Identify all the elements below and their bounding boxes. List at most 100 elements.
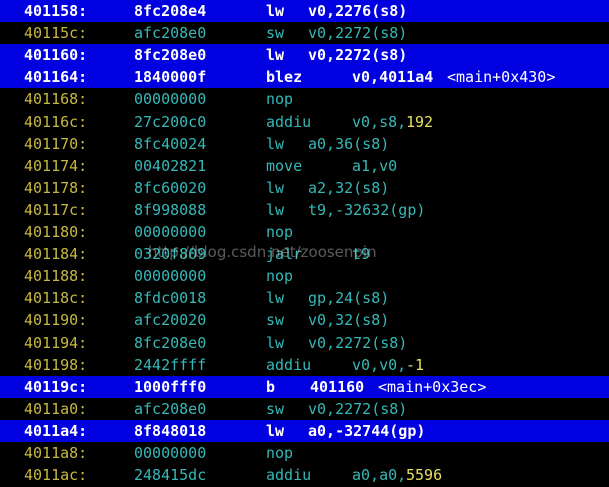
mnemonic: lw bbox=[266, 201, 285, 219]
listing-row[interactable]: 401188: 00000000 nop bbox=[0, 265, 609, 287]
operands: v0,2272(s8) bbox=[308, 24, 408, 42]
mnemonic: move bbox=[266, 157, 303, 175]
instruction-address: 40119c: bbox=[24, 378, 88, 396]
immediate-value: 5596 bbox=[406, 466, 443, 484]
listing-row[interactable]: 401168: 00000000 nop bbox=[0, 88, 609, 110]
mnemonic: lw bbox=[266, 289, 285, 307]
operands: a1,v0 bbox=[352, 157, 398, 175]
mnemonic: addiu bbox=[266, 356, 312, 374]
listing-row[interactable]: 4011a0: afc208e0 sw v0,2272(s8) bbox=[0, 398, 609, 420]
listing-row[interactable]: 401178: 8fc60020 lw a2,32(s8) bbox=[0, 177, 609, 199]
instruction-address: 401190: bbox=[24, 311, 88, 329]
listing-row[interactable]: 4011a4: 8f848018 lw a0,-32744(gp) bbox=[0, 420, 609, 442]
mnemonic: nop bbox=[266, 267, 294, 285]
immediate-value: -1 bbox=[406, 356, 425, 374]
listing-row[interactable]: 401164: 1840000f blez v0,4011a4 <main+0x430> bbox=[0, 66, 609, 88]
mnemonic: sw bbox=[266, 311, 285, 329]
opcode-hex: 00000000 bbox=[134, 267, 207, 285]
opcode-hex: 00000000 bbox=[134, 223, 207, 241]
operands: v0,s8, bbox=[352, 113, 407, 131]
mnemonic: lw bbox=[266, 422, 285, 440]
operands: v0,2272(s8) bbox=[308, 334, 408, 352]
opcode-hex: 00000000 bbox=[134, 90, 207, 108]
listing-row[interactable]: 40116c: 27c200c0 addiu v0,s8, 192 bbox=[0, 111, 609, 133]
instruction-address: 40115c: bbox=[24, 24, 88, 42]
opcode-hex: 8fc60020 bbox=[134, 179, 207, 197]
listing-row[interactable]: 401158: 8fc208e4 lw v0,2276(s8) bbox=[0, 0, 609, 22]
operands: 401160 bbox=[310, 378, 365, 396]
operands: v0,2272(s8) bbox=[308, 400, 408, 418]
mnemonic: lw bbox=[266, 135, 285, 153]
opcode-hex: 1840000f bbox=[134, 68, 207, 86]
instruction-address: 401184: bbox=[24, 245, 88, 263]
operands: v0,32(s8) bbox=[308, 311, 390, 329]
opcode-hex: 00000000 bbox=[134, 444, 207, 462]
opcode-hex: 248415dc bbox=[134, 466, 207, 484]
instruction-address: 4011a0: bbox=[24, 400, 88, 418]
mnemonic: addiu bbox=[266, 113, 312, 131]
immediate-value: 192 bbox=[406, 113, 434, 131]
instruction-address: 40118c: bbox=[24, 289, 88, 307]
opcode-hex: afc208e0 bbox=[134, 400, 207, 418]
listing-row[interactable]: 40117c: 8f998088 lw t9,-32632(gp) bbox=[0, 199, 609, 221]
operands: v0,v0, bbox=[352, 356, 407, 374]
instruction-address: 401160: bbox=[24, 46, 88, 64]
instruction-address: 4011ac: bbox=[24, 466, 88, 484]
symbol-reference[interactable]: <main+0x430> bbox=[447, 66, 555, 88]
operands: gp,24(s8) bbox=[308, 289, 390, 307]
listing-row[interactable]: 401174: 00402821 move a1,v0 bbox=[0, 155, 609, 177]
watermark-text: http://blog.csdn.net/zoosenpin bbox=[148, 243, 377, 261]
instruction-address: 40116c: bbox=[24, 113, 88, 131]
opcode-hex: 8f998088 bbox=[134, 201, 207, 219]
operands: t9,-32632(gp) bbox=[308, 201, 426, 219]
operands: a2,32(s8) bbox=[308, 179, 390, 197]
instruction-address: 401188: bbox=[24, 267, 88, 285]
opcode-hex: afc208e0 bbox=[134, 24, 207, 42]
instruction-address: 401198: bbox=[24, 356, 88, 374]
mnemonic: sw bbox=[266, 24, 285, 42]
listing-row[interactable]: 4011a8: 00000000 nop bbox=[0, 442, 609, 464]
listing-row[interactable]: 401170: 8fc40024 lw a0,36(s8) bbox=[0, 133, 609, 155]
mnemonic: sw bbox=[266, 400, 285, 418]
listing-row[interactable]: 401190: afc20020 sw v0,32(s8) bbox=[0, 309, 609, 331]
opcode-hex: 8fc208e0 bbox=[134, 46, 207, 64]
listing-row[interactable]: 40115c: afc208e0 sw v0,2272(s8) bbox=[0, 22, 609, 44]
mnemonic: blez bbox=[266, 68, 303, 86]
mnemonic: addiu bbox=[266, 466, 312, 484]
opcode-hex: 8f848018 bbox=[134, 422, 207, 440]
instruction-address: 401158: bbox=[24, 2, 88, 20]
mnemonic: nop bbox=[266, 90, 294, 108]
mnemonic: lw bbox=[266, 179, 285, 197]
instruction-address: 401168: bbox=[24, 90, 88, 108]
symbol-reference[interactable]: <main+0x3ec> bbox=[378, 376, 486, 398]
mnemonic: lw bbox=[266, 46, 285, 64]
opcode-hex: 8fc40024 bbox=[134, 135, 207, 153]
instruction-address: 401174: bbox=[24, 157, 88, 175]
listing-row[interactable]: 40119c: 1000fff0 b 401160 <main+0x3ec> bbox=[0, 376, 609, 398]
mnemonic: lw bbox=[266, 2, 285, 20]
mnemonic: nop bbox=[266, 444, 294, 462]
instruction-address: 401164: bbox=[24, 68, 88, 86]
opcode-hex: 00402821 bbox=[134, 157, 207, 175]
opcode-hex: 8fc208e4 bbox=[134, 2, 207, 20]
operands: a0,36(s8) bbox=[308, 135, 390, 153]
instruction-address: 401180: bbox=[24, 223, 88, 241]
instruction-address: 4011a8: bbox=[24, 444, 88, 462]
instruction-address: 401178: bbox=[24, 179, 88, 197]
listing-row[interactable]: 401180: 00000000 nop bbox=[0, 221, 609, 243]
instruction-address: 4011a4: bbox=[24, 422, 88, 440]
opcode-hex: 27c200c0 bbox=[134, 113, 207, 131]
mnemonic: lw bbox=[266, 334, 285, 352]
operands: v0,4011a4 bbox=[352, 68, 434, 86]
operands: a0,a0, bbox=[352, 466, 407, 484]
listing-row[interactable]: 40118c: 8fdc0018 lw gp,24(s8) bbox=[0, 287, 609, 309]
mnemonic: b bbox=[266, 378, 276, 396]
opcode-hex: 2442ffff bbox=[134, 356, 207, 374]
listing-row[interactable]: 401160: 8fc208e0 lw v0,2272(s8) bbox=[0, 44, 609, 66]
listing-row[interactable]: 401194: 8fc208e0 lw v0,2272(s8) bbox=[0, 332, 609, 354]
listing-row[interactable]: 401198: 2442ffff addiu v0,v0, -1 bbox=[0, 354, 609, 376]
operands: v0,2276(s8) bbox=[308, 2, 408, 20]
listing-row[interactable]: 4011ac: 248415dc addiu a0,a0, 5596 bbox=[0, 464, 609, 486]
instruction-address: 40117c: bbox=[24, 201, 88, 219]
instruction-address: 401194: bbox=[24, 334, 88, 352]
